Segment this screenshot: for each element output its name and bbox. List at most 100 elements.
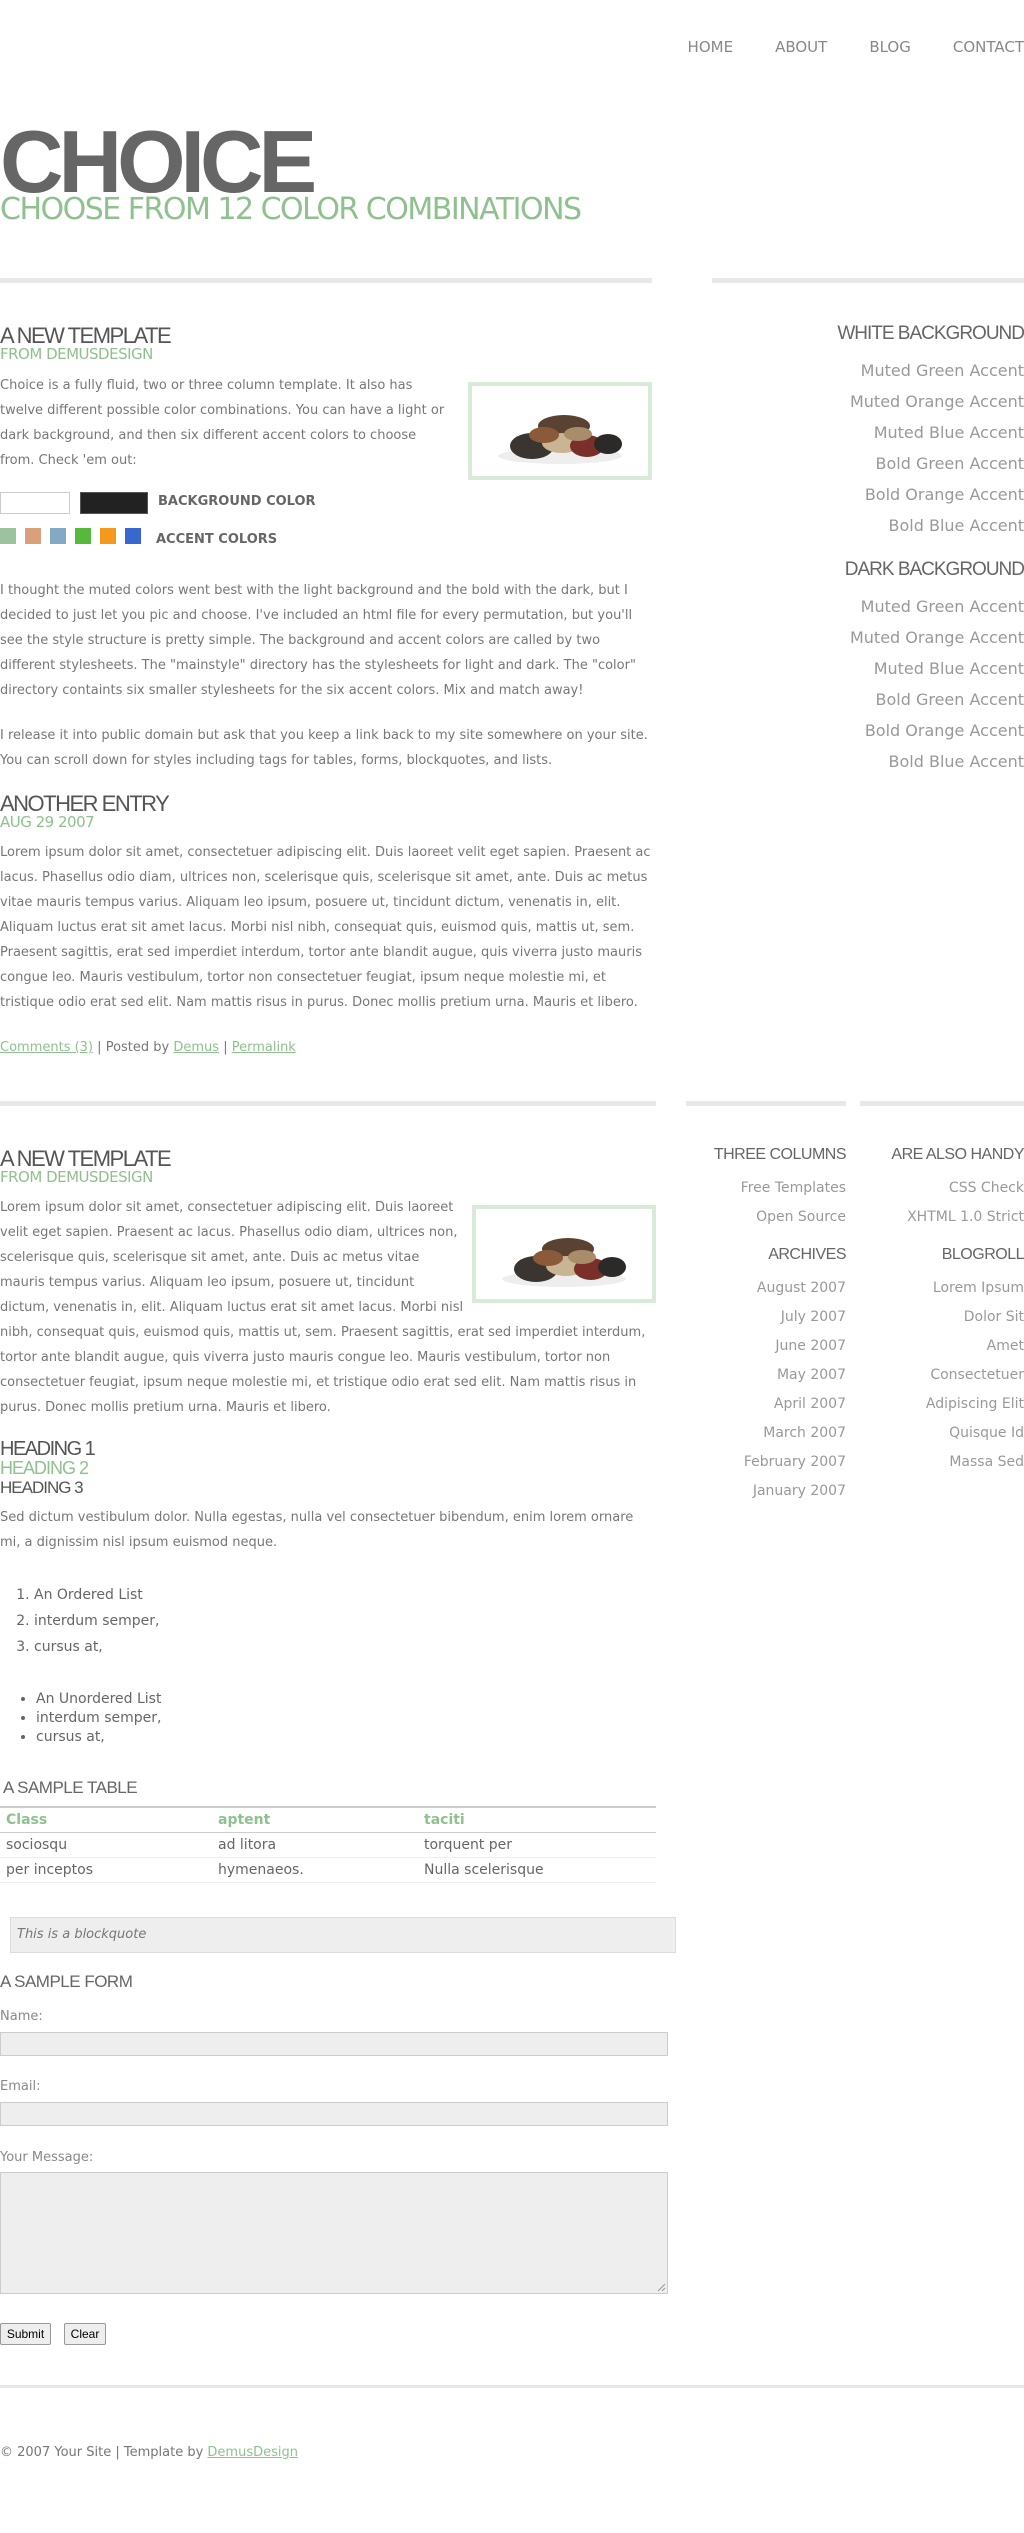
accent-colors-label: ACCENT COLORS xyxy=(156,532,278,547)
email-label: Email: xyxy=(0,2079,41,2094)
heading-1: HEADING 1 xyxy=(0,1438,96,1460)
blockquote-text: This is a blockquote xyxy=(17,1927,147,1942)
post-paragraph: I release it into public domain but ask … xyxy=(0,728,648,768)
accent-swatch[interactable] xyxy=(125,528,141,544)
dark-background-swatch[interactable] xyxy=(80,492,148,514)
sidebar-link[interactable]: Muted Green Accent xyxy=(744,355,1024,386)
post-intro: Choice is a fully fluid, two or three co… xyxy=(0,378,445,468)
sidebar-link[interactable]: Muted Blue Accent xyxy=(744,417,1024,448)
divider xyxy=(712,278,1024,283)
blogroll-link[interactable]: Adipiscing Elit xyxy=(860,1390,1024,1419)
sidebar-col-three-columns: THREE COLUMNS Free Templates Open Source … xyxy=(686,1146,847,1506)
accent-swatch[interactable] xyxy=(100,528,116,544)
designer-link[interactable]: DemusDesign xyxy=(207,2445,298,2460)
accent-swatch[interactable] xyxy=(50,528,66,544)
email-field[interactable] xyxy=(0,2102,668,2126)
sidebar-link[interactable]: XHTML 1.0 Strict xyxy=(860,1203,1024,1232)
clear-button[interactable]: Clear xyxy=(64,2323,106,2345)
three-columns-list: Free Templates Open Source xyxy=(686,1174,846,1232)
post-title: ANOTHER ENTRY xyxy=(0,791,170,816)
blogroll-link[interactable]: Massa Sed xyxy=(860,1448,1024,1477)
three-columns-heading: THREE COLUMNS xyxy=(713,1146,847,1163)
list-item: interdum semper, xyxy=(36,1709,161,1728)
archive-link[interactable]: February 2007 xyxy=(686,1448,846,1477)
blogroll-link[interactable]: Consectetuer xyxy=(860,1361,1024,1390)
sample-table: Class aptent taciti sociosqu ad litora t… xyxy=(0,1806,656,1883)
sidebar-link[interactable]: Bold Blue Accent xyxy=(744,746,1024,777)
table-cell: hymenaeos. xyxy=(218,1862,304,1878)
nav-contact[interactable]: CONTACT xyxy=(953,38,1024,56)
post-new-template-2: A NEW TEMPLATE FROM DEMUSDESIGN xyxy=(0,1148,656,1185)
permalink-link[interactable]: Permalink xyxy=(232,1040,296,1055)
accent-swatch[interactable] xyxy=(0,528,16,544)
author-link[interactable]: Demus xyxy=(173,1040,219,1055)
list-item: An Ordered List xyxy=(34,1582,159,1608)
sidebar-link[interactable]: Bold Orange Accent xyxy=(744,715,1024,746)
sidebar-color-options: WHITE BACKGROUND Muted Green Accent Muted… xyxy=(744,323,1024,777)
nav-blog[interactable]: BLOG xyxy=(869,38,911,56)
post-paragraph: Sed dictum vestibulum dolor. Nulla egest… xyxy=(0,1510,634,1550)
post-date: AUG 29 2007 xyxy=(0,813,95,831)
blogroll-link[interactable]: Dolor Sit xyxy=(860,1303,1024,1332)
accent-swatch[interactable] xyxy=(75,528,91,544)
sidebar-link[interactable]: Bold Orange Accent xyxy=(744,479,1024,510)
blogroll-link[interactable]: Amet xyxy=(860,1332,1024,1361)
heading-2: HEADING 2 xyxy=(0,1458,89,1478)
top-nav: HOME ABOUT BLOG CONTACT xyxy=(646,38,1024,56)
post-body-wrap: Lorem ipsum dolor sit amet, consectetuer… xyxy=(0,1195,656,1420)
sidebar-col-also-handy: ARE ALSO HANDY CSS Check XHTML 1.0 Strict… xyxy=(860,1146,1024,1477)
message-label: Your Message: xyxy=(0,2150,94,2165)
sidebar-link[interactable]: CSS Check xyxy=(860,1174,1024,1203)
table-cell: Nulla scelerisque xyxy=(424,1862,544,1878)
resize-handle-icon[interactable] xyxy=(656,2282,666,2292)
nav-home[interactable]: HOME xyxy=(688,38,734,56)
archives-heading: ARCHIVES xyxy=(768,1246,846,1263)
table-header: taciti xyxy=(424,1812,465,1828)
blogroll-link[interactable]: Quisque Id xyxy=(860,1419,1024,1448)
divider xyxy=(686,1101,846,1106)
divider xyxy=(0,278,652,283)
white-background-swatch[interactable] xyxy=(0,492,70,514)
blogroll-list: Lorem Ipsum Dolor Sit Amet Consectetuer Adip… xyxy=(860,1274,1024,1477)
blogroll-link[interactable]: Lorem Ipsum xyxy=(860,1274,1024,1303)
dark-background-list: Muted Green Accent Muted Orange Accent Mut… xyxy=(744,591,1024,777)
unordered-list: An Unordered Listinterdum semper,cursus … xyxy=(0,1690,161,1747)
name-field[interactable] xyxy=(0,2032,668,2056)
sidebar-link[interactable]: Free Templates xyxy=(686,1174,846,1203)
table-row: per inceptos hymenaeos. Nulla scelerisqu… xyxy=(0,1858,656,1883)
submit-button[interactable]: Submit xyxy=(0,2323,51,2345)
archive-link[interactable]: August 2007 xyxy=(686,1274,846,1303)
image-spacer xyxy=(466,1195,656,1303)
footer-divider xyxy=(0,2385,1024,2388)
sidebar-link[interactable]: Muted Green Accent xyxy=(744,591,1024,622)
archive-link[interactable]: June 2007 xyxy=(686,1332,846,1361)
table-header-row: Class aptent taciti xyxy=(0,1807,656,1833)
sidebar-link[interactable]: Bold Blue Accent xyxy=(744,510,1024,541)
accent-swatch[interactable] xyxy=(25,528,41,544)
archive-link[interactable]: March 2007 xyxy=(686,1419,846,1448)
sidebar-link[interactable]: Bold Green Accent xyxy=(744,448,1024,479)
post-paragraph: I thought the muted colors went best wit… xyxy=(0,583,636,698)
heading-3: HEADING 3 xyxy=(0,1478,84,1497)
table-cell: sociosqu xyxy=(6,1837,68,1853)
post-subtitle: FROM DEMUSDESIGN xyxy=(0,1168,153,1186)
sidebar-link[interactable]: Muted Orange Accent xyxy=(744,622,1024,653)
dark-background-heading: DARK BACKGROUND xyxy=(844,559,1024,580)
ordered-list: An Ordered Listinterdum semper,cursus at… xyxy=(0,1582,159,1660)
archive-link[interactable]: July 2007 xyxy=(686,1303,846,1332)
archive-link[interactable]: April 2007 xyxy=(686,1390,846,1419)
posted-by-text: Posted by xyxy=(105,1040,170,1055)
background-color-label: BACKGROUND COLOR xyxy=(158,494,316,509)
heading-samples: HEADING 1 HEADING 2 HEADING 3 xyxy=(0,1438,96,1497)
sidebar-link[interactable]: Muted Blue Accent xyxy=(744,653,1024,684)
comments-link[interactable]: Comments (3) xyxy=(0,1040,93,1055)
sidebar-link[interactable]: Muted Orange Accent xyxy=(744,386,1024,417)
archive-link[interactable]: January 2007 xyxy=(686,1477,846,1506)
form-title: A SAMPLE FORM xyxy=(0,1972,133,1991)
nav-about[interactable]: ABOUT xyxy=(775,38,827,56)
archive-link[interactable]: May 2007 xyxy=(686,1361,846,1390)
archives-list: August 2007 July 2007 June 2007 May 2007 Apr… xyxy=(686,1274,846,1506)
message-textarea[interactable] xyxy=(0,2172,668,2294)
sidebar-link[interactable]: Open Source xyxy=(686,1203,846,1232)
sidebar-link[interactable]: Bold Green Accent xyxy=(744,684,1024,715)
